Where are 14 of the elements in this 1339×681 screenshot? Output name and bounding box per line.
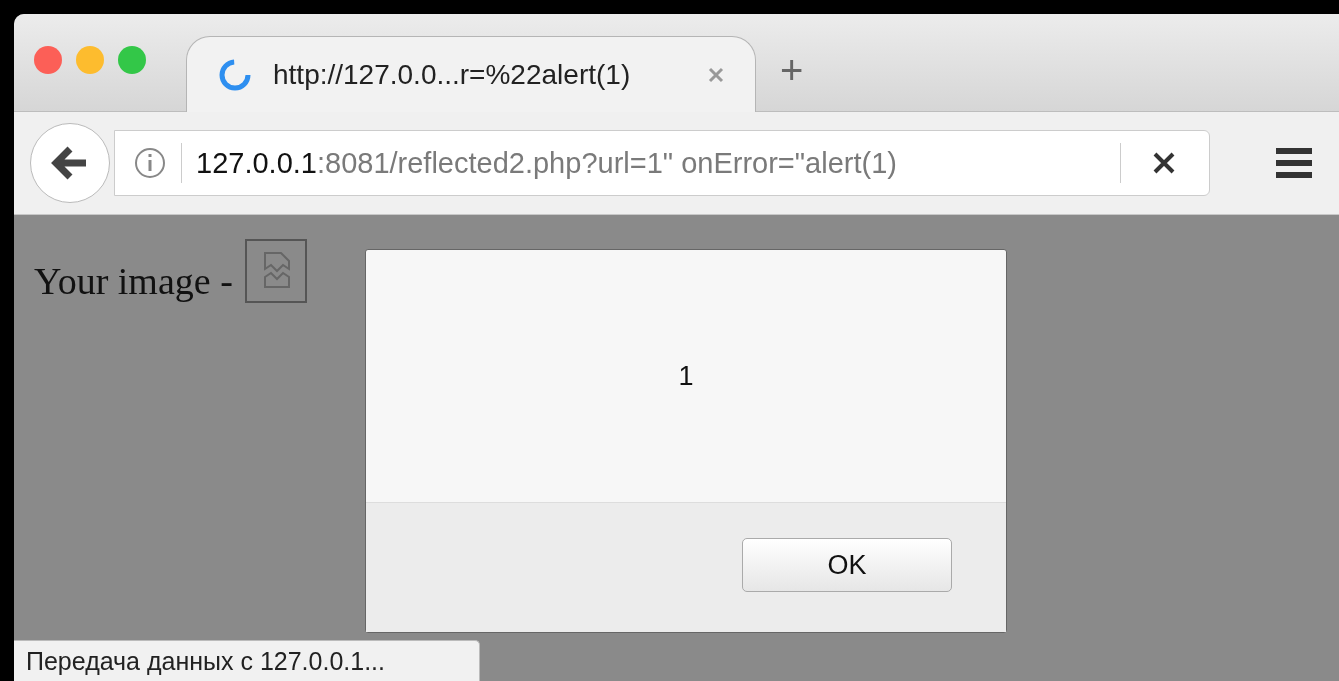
page-text: Your image - [34, 259, 233, 303]
menu-icon[interactable] [1274, 146, 1314, 180]
close-icon[interactable] [1151, 150, 1177, 176]
browser-tab[interactable]: http://127.0.0...r=%22alert(1) [186, 36, 756, 112]
close-window-button[interactable] [34, 46, 62, 74]
alert-message: 1 [678, 360, 694, 392]
maximize-window-button[interactable] [118, 46, 146, 74]
address-bar[interactable]: 127.0.0.1:8081/reflected2.php?url=1" onError="alert(1) [114, 130, 1210, 196]
info-icon[interactable] [133, 146, 167, 180]
url-text: 127.0.0.1:8081/reflected2.php?url=1" onError="alert(1) [196, 146, 898, 180]
ok-button[interactable]: OK [742, 538, 952, 592]
status-bar: Передача данных с 127.0.0.1... [14, 640, 480, 681]
new-tab-button[interactable]: + [780, 48, 804, 93]
tab-title: http://127.0.0...r=%22alert(1) [273, 58, 632, 91]
